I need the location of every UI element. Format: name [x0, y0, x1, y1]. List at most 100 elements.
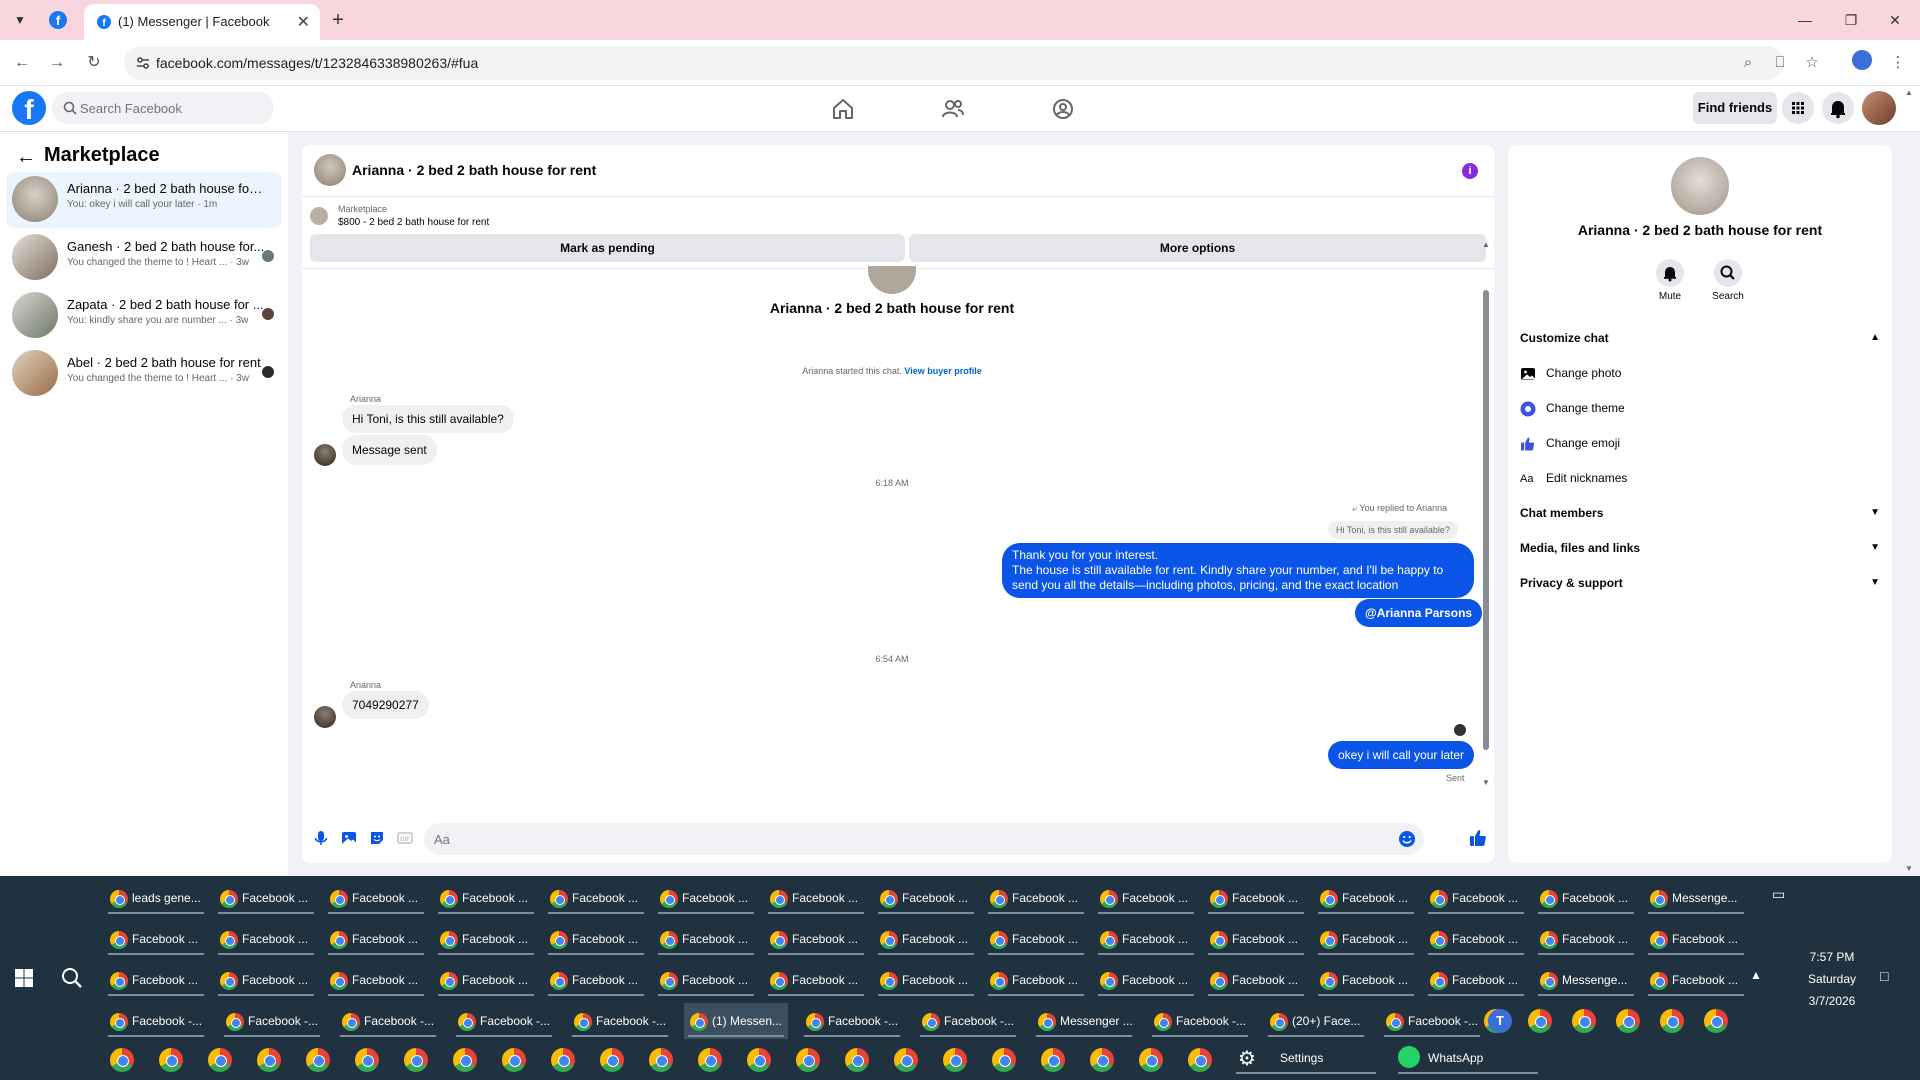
chrome-icon[interactable] [845, 1048, 869, 1072]
chrome-icon[interactable] [1188, 1048, 1212, 1072]
taskbar-window-button[interactable]: Facebook ... [104, 962, 208, 998]
chrome-icon[interactable] [1090, 1048, 1114, 1072]
taskbar-window-button[interactable]: Facebook ... [1644, 962, 1748, 998]
more-options-button[interactable]: More options [909, 234, 1486, 262]
browser-menu-icon[interactable]: ⋮ [1886, 51, 1910, 75]
taskbar-window-button[interactable]: Facebook ... [1314, 880, 1418, 916]
new-tab-icon[interactable]: + [326, 8, 350, 32]
zoom-icon[interactable]: ⌕ [1736, 51, 1760, 75]
home-icon[interactable] [830, 96, 856, 122]
message-input-box[interactable] [424, 823, 1424, 855]
taskbar-window-button[interactable]: Facebook ... [874, 880, 978, 916]
change-photo-item[interactable]: Change photo [1520, 361, 1880, 385]
taskbar-window-button[interactable]: Messenger ... [1032, 1003, 1136, 1039]
search-input[interactable] [80, 92, 268, 124]
mention-message[interactable]: @Arianna Parsons [1355, 599, 1483, 627]
tablet-mode-icon[interactable]: ▭ [1772, 886, 1785, 903]
chrome-icon[interactable] [208, 1048, 232, 1072]
contact-avatar[interactable] [1671, 157, 1729, 215]
menu-grid-icon[interactable] [1782, 92, 1814, 124]
conversation-item[interactable]: Ganesh · 2 bed 2 bath house for... You c… [6, 230, 282, 286]
taskbar-window-button[interactable]: Facebook -... [1380, 1003, 1484, 1039]
outgoing-message[interactable]: okey i will call your later [1328, 741, 1475, 769]
install-app-icon[interactable]: ⎕ [1768, 51, 1792, 75]
taskbar-window-button[interactable]: Messenge... [1644, 880, 1748, 916]
outgoing-message[interactable]: Thank you for your interest. The house i… [1002, 543, 1474, 598]
message-scrollbar[interactable]: ▲ ▼ [1482, 240, 1490, 810]
taskbar-window-button[interactable]: Facebook ... [764, 921, 868, 957]
tab-search-chevron-icon[interactable]: ▼ [8, 8, 32, 32]
taskbar-window-button[interactable]: Facebook ... [434, 962, 538, 998]
conversation-item[interactable]: Abel · 2 bed 2 bath house for rent You c… [6, 346, 282, 402]
minimize-icon[interactable]: — [1790, 8, 1820, 32]
taskbar-window-button[interactable]: Facebook ... [434, 921, 538, 957]
chrome-icon[interactable] [159, 1048, 183, 1072]
chrome-icon[interactable] [1041, 1048, 1065, 1072]
chrome-icon[interactable] [1572, 1009, 1596, 1033]
page-scroll-down-icon[interactable]: ▼ [1905, 864, 1913, 873]
omnibox[interactable]: facebook.com/messages/t/1232846338980263… [124, 46, 1784, 80]
chrome-icon[interactable] [404, 1048, 428, 1072]
tab-close-icon[interactable]: ✕ [297, 12, 310, 32]
chrome-icon[interactable] [943, 1048, 967, 1072]
find-friends-button[interactable]: Find friends [1693, 92, 1777, 124]
taskbar-window-button[interactable]: Facebook ... [984, 880, 1088, 916]
notifications-bell-icon[interactable] [1822, 92, 1854, 124]
chrome-icon[interactable] [600, 1048, 624, 1072]
forward-icon[interactable]: → [45, 51, 69, 75]
taskbar-window-button[interactable]: Facebook ... [1094, 921, 1198, 957]
taskbar-window-button[interactable]: Facebook ... [324, 880, 428, 916]
taskbar-window-button[interactable]: Facebook ... [544, 880, 648, 916]
chrome-icon[interactable] [1528, 1009, 1552, 1033]
taskbar-window-button[interactable]: Facebook ... [654, 962, 758, 998]
taskbar-window-button[interactable]: Facebook ... [1424, 880, 1528, 916]
privacy-support-section[interactable]: Privacy & support ▼ [1520, 571, 1880, 595]
taskbar-window-button[interactable]: Facebook ... [1644, 921, 1748, 957]
taskbar-window-button[interactable]: Facebook ... [324, 962, 428, 998]
reload-icon[interactable]: ↻ [82, 51, 106, 75]
taskbar-search-icon[interactable] [60, 966, 84, 990]
taskbar-window-button[interactable]: Facebook ... [1204, 921, 1308, 957]
chrome-icon[interactable] [1139, 1048, 1163, 1072]
taskbar-window-button[interactable]: Facebook ... [654, 921, 758, 957]
taskbar-window-button[interactable]: Facebook -... [800, 1003, 904, 1039]
taskbar-window-button[interactable]: Facebook -... [452, 1003, 556, 1039]
restore-icon[interactable]: ❐ [1836, 8, 1866, 32]
photo-icon[interactable] [340, 829, 358, 847]
page-scrollbar[interactable]: ▲ ▼ [1903, 88, 1917, 878]
facebook-logo-icon[interactable]: f [12, 91, 46, 125]
chrome-icon[interactable] [502, 1048, 526, 1072]
chrome-icon[interactable] [355, 1048, 379, 1072]
chrome-icon[interactable] [110, 1048, 134, 1072]
chrome-icon[interactable] [306, 1048, 330, 1072]
groups-icon[interactable] [1050, 96, 1076, 122]
taskbar-window-button[interactable]: (1) Messen... [684, 1003, 788, 1039]
account-avatar[interactable] [1862, 91, 1896, 125]
taskbar-window-button[interactable]: Facebook ... [874, 921, 978, 957]
scrollbar-thumb[interactable] [1483, 290, 1489, 750]
site-settings-icon[interactable] [134, 54, 152, 72]
sender-avatar[interactable] [314, 444, 336, 466]
notification-center-icon[interactable]: □ [1880, 968, 1888, 984]
message-input[interactable] [434, 823, 1334, 855]
conversation-item[interactable]: Arianna · 2 bed 2 bath house for r... Yo… [6, 172, 282, 228]
search-conversation-button[interactable]: Search [1698, 259, 1758, 302]
friends-icon[interactable] [940, 96, 966, 122]
taskbar-window-button[interactable]: Facebook ... [984, 962, 1088, 998]
taskbar-whatsapp[interactable]: WhatsApp [1394, 1040, 1544, 1076]
scroll-up-icon[interactable]: ▲ [1482, 240, 1490, 249]
emoji-icon[interactable] [1398, 830, 1416, 848]
back-arrow-icon[interactable]: ← [16, 146, 36, 169]
customize-chat-section[interactable]: Customize chat ▲ [1520, 326, 1880, 350]
chrome-icon[interactable] [453, 1048, 477, 1072]
change-emoji-item[interactable]: Change emoji [1520, 431, 1880, 455]
info-icon[interactable]: i [1462, 163, 1478, 179]
url-text[interactable]: facebook.com/messages/t/1232846338980263… [156, 55, 478, 71]
reply-quote[interactable]: Hi Toni, is this still available? [1328, 521, 1458, 539]
mark-as-pending-button[interactable]: Mark as pending [310, 234, 905, 262]
chat-members-section[interactable]: Chat members ▼ [1520, 501, 1880, 525]
chrome-icon[interactable] [1660, 1009, 1684, 1033]
taskbar-window-button[interactable]: Facebook ... [984, 921, 1088, 957]
incoming-message[interactable]: Message sent [342, 435, 437, 465]
chrome-icon[interactable] [747, 1048, 771, 1072]
